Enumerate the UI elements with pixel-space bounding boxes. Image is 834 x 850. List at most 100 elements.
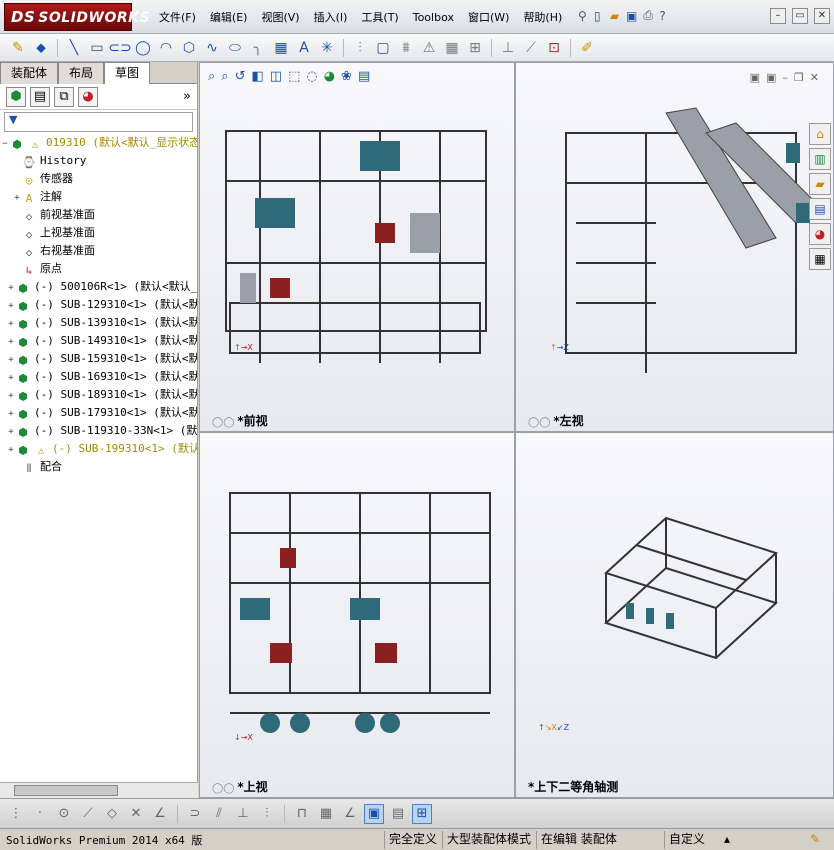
tab-assembly[interactable]: 装配体 xyxy=(0,62,59,84)
panel-horizontal-scrollbar[interactable] xyxy=(0,782,198,798)
expand-panel-icon[interactable]: » xyxy=(183,89,191,104)
trim-icon[interactable]: ⫶ xyxy=(350,38,370,58)
offset-icon[interactable]: ⩩ xyxy=(396,38,416,58)
property-manager-icon[interactable]: ▤ xyxy=(30,86,50,107)
viewport-left[interactable]: ▣ ▣ – ❐ ✕ ↑→Z ◯◯ *左视 ⌂ ▥ ▰ ▤ ◕ ▦ xyxy=(515,62,834,432)
tab-layout[interactable]: 布局 xyxy=(58,62,105,84)
tree-item-component[interactable]: + ⬢ (-) SUB-189310<1> (默认<默 xyxy=(0,386,197,404)
menu-view[interactable]: 视图(V) xyxy=(254,9,306,27)
quad-view-icon[interactable]: ⊞ xyxy=(412,803,432,824)
tree-item-annotations[interactable]: + A 注解 xyxy=(0,188,197,206)
close-icon[interactable]: ✕ xyxy=(814,8,830,24)
intersection-snap-icon[interactable]: ✕ xyxy=(126,804,146,824)
viewport-isometric[interactable]: ↑↘X↙Z *上下二等角轴测 xyxy=(515,432,834,798)
circle-icon[interactable]: ◯ xyxy=(133,38,153,58)
save-icon[interactable]: ▣ xyxy=(626,9,637,23)
angle-icon[interactable]: ∠ xyxy=(340,804,360,824)
text-tool-icon[interactable]: A xyxy=(294,38,314,58)
feature-tree-icon[interactable]: ⬢ xyxy=(6,86,26,107)
rectangle-icon[interactable]: ▭ xyxy=(87,38,107,58)
tree-item-component-warning[interactable]: + ⬢ ⚠ (-) SUB-199310<1> (默认< xyxy=(0,440,197,458)
pin-icon[interactable]: ⚲ xyxy=(578,9,588,23)
tree-item-component[interactable]: + ⬢ (-) SUB-129310<1> (默认<默 xyxy=(0,296,197,314)
convert-entities-icon[interactable]: ▢ xyxy=(373,38,393,58)
spline-icon[interactable]: ∿ xyxy=(202,38,222,58)
display-manager-icon[interactable]: ◕ xyxy=(78,86,98,107)
tangent-snap-icon[interactable]: ⊃ xyxy=(185,804,205,824)
menu-window[interactable]: 窗口(W) xyxy=(461,9,516,27)
quadrant-snap-icon[interactable]: ◇ xyxy=(102,804,122,824)
tree-item-top-plane[interactable]: ◇ 上视基准面 xyxy=(0,224,197,242)
new-doc-icon[interactable]: ▯ xyxy=(594,9,604,23)
menu-edit[interactable]: 编辑(E) xyxy=(203,9,255,27)
print-icon[interactable]: ⎙ xyxy=(643,8,653,23)
repair-sketch-icon[interactable]: ⟋ xyxy=(521,38,541,58)
graphics-area[interactable]: ⌕ ⌕ ↺ ◧ ◫ ⬚ ◌ ◕ ❀ ▤ ↑→X ◯◯ *前视 ▣ ▣ – ❐ ✕… xyxy=(199,62,834,798)
minimize-icon[interactable]: – xyxy=(770,8,786,24)
rebuild-status-icon[interactable]: ✎ xyxy=(806,831,824,849)
solidworks-logo[interactable]: DS SOLIDWORKS xyxy=(4,3,150,31)
tree-item-component[interactable]: + ⬢ (-) SUB-139310<1> (默认<默 xyxy=(0,314,197,332)
tree-item-right-plane[interactable]: ◇ 右视基准面 xyxy=(0,242,197,260)
menu-file[interactable]: 文件(F) xyxy=(152,9,203,27)
design-library-icon[interactable]: ▥ xyxy=(809,148,831,170)
menu-help[interactable]: 帮助(H) xyxy=(516,9,569,27)
units-dropdown-icon[interactable]: ▴ xyxy=(720,831,734,849)
arc-icon[interactable]: ◠ xyxy=(156,38,176,58)
units-selector[interactable]: 自定义 xyxy=(664,831,709,849)
tree-item-history[interactable]: ⌚ History xyxy=(0,152,197,170)
grid-snap-icon[interactable]: ⫶ xyxy=(257,804,277,824)
display-relations-icon[interactable]: ⊥ xyxy=(498,38,518,58)
sketch-icon[interactable]: ✎ xyxy=(8,38,28,58)
tree-root[interactable]: − ⬢ ⚠ 019310 (默认<默认_显示状态 xyxy=(0,134,197,152)
line-icon[interactable]: ╲ xyxy=(64,38,84,58)
menu-toolbox[interactable]: Toolbox xyxy=(406,9,461,27)
tree-item-component[interactable]: + ⬢ (-) SUB-179310<1> (默认<默 xyxy=(0,404,197,422)
dimension-snap-icon[interactable]: ⊓ xyxy=(292,804,312,824)
point-icon[interactable]: ✳ xyxy=(317,38,337,58)
rapid-sketch-icon[interactable]: ⊡ xyxy=(544,38,564,58)
custom-properties-icon[interactable]: ▦ xyxy=(809,248,831,270)
move-entities-icon[interactable]: ⊞ xyxy=(465,38,485,58)
line-snap-icon[interactable]: ⟋ xyxy=(78,804,98,824)
tree-item-mates[interactable]: ⫴ 配合 xyxy=(0,458,197,476)
slot-icon[interactable]: ⊂⊃ xyxy=(108,38,131,58)
polygon-icon[interactable]: ⬡ xyxy=(179,38,199,58)
viewport-front[interactable]: ⌕ ⌕ ↺ ◧ ◫ ⬚ ◌ ◕ ❀ ▤ ↑→X ◯◯ *前视 xyxy=(199,62,515,432)
grid-icon[interactable]: ▦ xyxy=(316,804,336,824)
angle-snap-icon[interactable]: ∠ xyxy=(150,804,170,824)
tree-item-component[interactable]: + ⬢ (-) SUB-119310-33N<1> (默认 xyxy=(0,422,197,440)
appearances-icon[interactable]: ◕ xyxy=(809,223,831,245)
two-viewport-icon[interactable]: ▤ xyxy=(388,804,408,824)
perpendicular-snap-icon[interactable]: ⊥ xyxy=(233,804,253,824)
tree-item-origin[interactable]: ↳ 原点 xyxy=(0,260,197,278)
center-snap-icon[interactable]: ⊙ xyxy=(54,804,74,824)
parallel-snap-icon[interactable]: ⫽ xyxy=(209,804,229,824)
tree-item-component[interactable]: + ⬢ (-) 500106R<1> (默认<默认_ xyxy=(0,278,197,296)
tree-item-component[interactable]: + ⬢ (-) SUB-159310<1> (默认<默 xyxy=(0,350,197,368)
tree-filter[interactable]: ▼ xyxy=(4,112,193,132)
help-icon[interactable]: ? xyxy=(659,9,669,23)
file-explorer-icon[interactable]: ▰ xyxy=(809,173,831,195)
scroll-thumb[interactable] xyxy=(14,785,118,796)
tree-item-component[interactable]: + ⬢ (-) SUB-149310<1> (默认<默 xyxy=(0,332,197,350)
view-palette-icon[interactable]: ▤ xyxy=(809,198,831,220)
configuration-manager-icon[interactable]: ⧉ xyxy=(54,86,74,107)
smart-dimension-icon[interactable]: ⬥ xyxy=(31,38,51,58)
tree-item-front-plane[interactable]: ◇ 前视基准面 xyxy=(0,206,197,224)
tree-item-sensors[interactable]: ◎ 传感器 xyxy=(0,170,197,188)
pattern-icon[interactable]: ▦ xyxy=(442,38,462,58)
tab-sketch[interactable]: 草图 xyxy=(104,62,151,84)
menu-tools[interactable]: 工具(T) xyxy=(354,9,405,27)
ellipse-icon[interactable]: ⬭ xyxy=(225,38,245,58)
mirror-icon[interactable]: ⚠ xyxy=(419,38,439,58)
restore-icon[interactable]: ▭ xyxy=(792,8,808,24)
plane-tool-icon[interactable]: ▦ xyxy=(271,38,291,58)
instant2d-icon[interactable]: ✐ xyxy=(577,38,597,58)
home-icon[interactable]: ⌂ xyxy=(809,123,831,145)
four-viewport-icon[interactable]: ▣ xyxy=(364,803,384,824)
fillet-icon[interactable]: ╮ xyxy=(248,38,268,58)
point-snap-icon[interactable]: · xyxy=(30,804,50,824)
open-folder-icon[interactable]: ▰ xyxy=(610,9,620,23)
menu-insert[interactable]: 插入(I) xyxy=(307,9,355,27)
